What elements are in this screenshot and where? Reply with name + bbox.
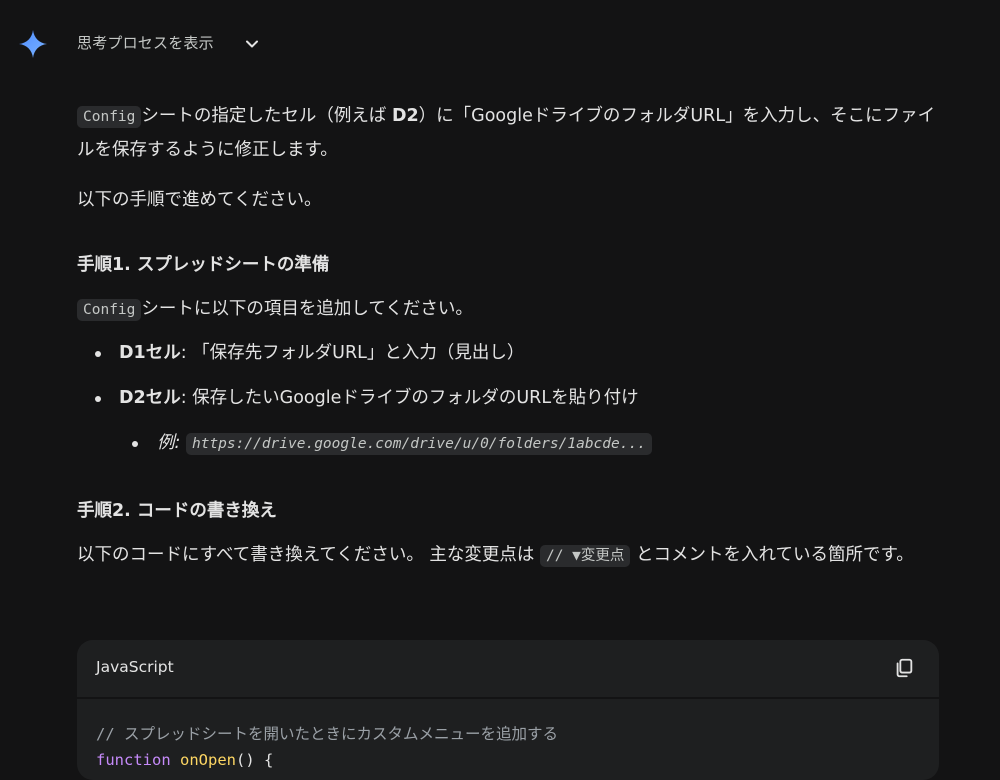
code-keyword: function — [96, 751, 171, 769]
example-label: 例: — [157, 433, 181, 453]
step1-paragraph: Config シートに以下の項目を追加してください。 — [77, 293, 939, 327]
code-block: JavaScript // スプレッドシートを開いたときにカスタムメニューを追加… — [77, 640, 939, 780]
copy-icon[interactable] — [893, 657, 915, 679]
inline-code: Config — [77, 106, 142, 128]
inline-code: Config — [77, 299, 142, 321]
example-url: https://drive.google.com/drive/u/0/folde… — [185, 433, 652, 455]
bullet-icon — [132, 441, 138, 447]
code-function: onOpen — [180, 751, 236, 769]
step2-text-b: とコメントを入れている箇所です。 — [630, 545, 914, 565]
code-language: JavaScript — [96, 658, 174, 676]
response-content: Config シートの指定したセル（例えば D2）に「Googleドライブのフォル… — [77, 100, 939, 573]
inline-code: // ▼変更点 — [539, 545, 631, 567]
step2-heading: 手順2. コードの書き換え — [77, 501, 277, 521]
gemini-spark-icon — [19, 30, 47, 58]
bullet-icon — [95, 351, 101, 357]
step1-text: シートに以下の項目を追加してください。 — [141, 299, 473, 319]
step2-paragraph: 以下のコードにすべて書き換えてください。 主な変更点は // ▼変更点 とコメン… — [77, 539, 939, 573]
intro-text: シートの指定したセル（例えば — [141, 106, 392, 126]
item-text: : 「保存先フォルダURL」と入力（見出し） — [180, 343, 525, 363]
list-item: 例: https://drive.google.com/drive/u/0/fo… — [77, 427, 939, 461]
step2-text-a: 以下のコードにすべて書き換えてください。 主な変更点は — [77, 545, 540, 565]
intro-paragraph: Config シートの指定したセル（例えば D2）に「Googleドライブのフォル… — [77, 100, 939, 167]
item-text: : 保存したいGoogleドライブのフォルダのURLを貼り付け — [180, 388, 639, 408]
list-item: D1セル: 「保存先フォルダURL」と入力（見出し） — [77, 337, 939, 370]
list-item: D2セル: 保存したいGoogleドライブのフォルダのURLを貼り付け — [77, 382, 939, 415]
item-label: D2セル — [119, 388, 181, 408]
steps-intro: 以下の手順で進めてください。 — [77, 190, 322, 210]
bullet-icon — [95, 396, 101, 402]
thinking-label[interactable]: 思考プロセスを表示 — [77, 32, 214, 53]
code-text: () { — [236, 751, 274, 769]
step1-heading: 手順1. スプレッドシートの準備 — [77, 255, 330, 275]
code-line: function onOpen() { — [96, 747, 920, 773]
step1-list: D1セル: 「保存先フォルダURL」と入力（見出し） D2セル: 保存したいGo… — [77, 337, 939, 461]
chevron-down-icon[interactable] — [244, 36, 260, 52]
code-body: // スプレッドシートを開いたときにカスタムメニューを追加する function… — [77, 699, 939, 773]
item-label: D1セル — [119, 343, 181, 363]
thinking-toggle[interactable]: 思考プロセスを表示 — [0, 0, 1000, 86]
intro-cell: D2 — [391, 106, 419, 126]
code-line: // スプレッドシートを開いたときにカスタムメニューを追加する — [96, 725, 558, 743]
code-block-header: JavaScript — [77, 640, 939, 699]
